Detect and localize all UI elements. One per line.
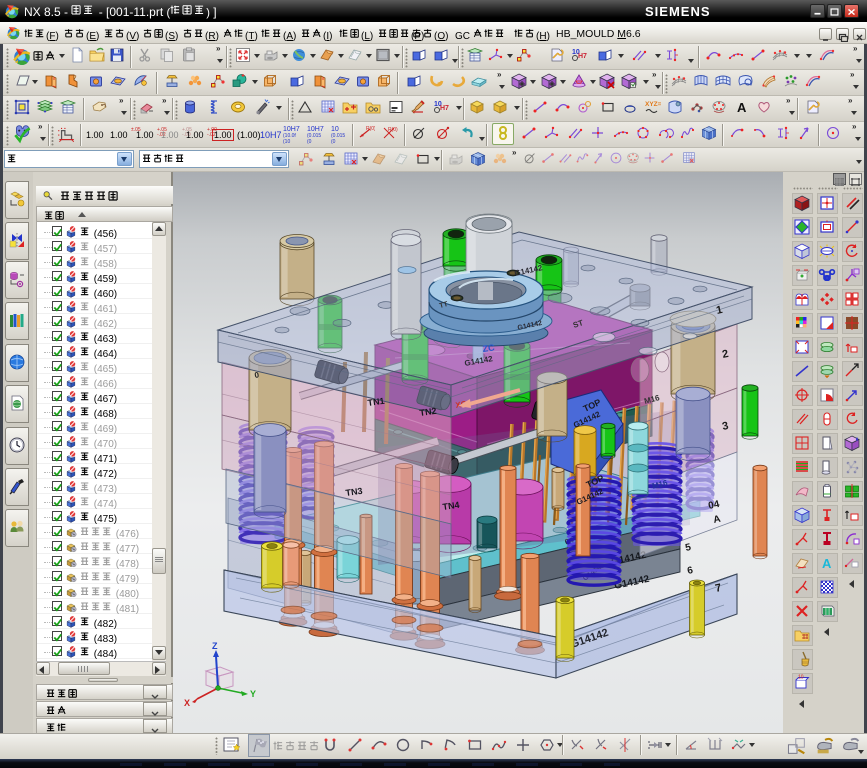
svg-text:6: 6: [686, 565, 694, 577]
svg-text:H7: H7: [578, 53, 587, 60]
svg-text:5: 5: [684, 542, 692, 554]
svg-text:R(0): R(0): [388, 127, 398, 133]
svg-text:Y: Y: [250, 689, 256, 699]
svg-text:H7: H7: [440, 105, 449, 112]
svg-text:R(0): R(0): [366, 126, 375, 132]
svg-text:A: A: [737, 100, 747, 115]
svg-text:ZC: ZC: [482, 342, 496, 354]
svg-text:XYZ=: XYZ=: [645, 101, 661, 108]
svg-text:X: X: [184, 698, 190, 708]
svg-text:Z: Z: [212, 641, 218, 651]
svg-text:A: A: [822, 556, 832, 571]
svg-text:10: 10: [798, 675, 804, 681]
